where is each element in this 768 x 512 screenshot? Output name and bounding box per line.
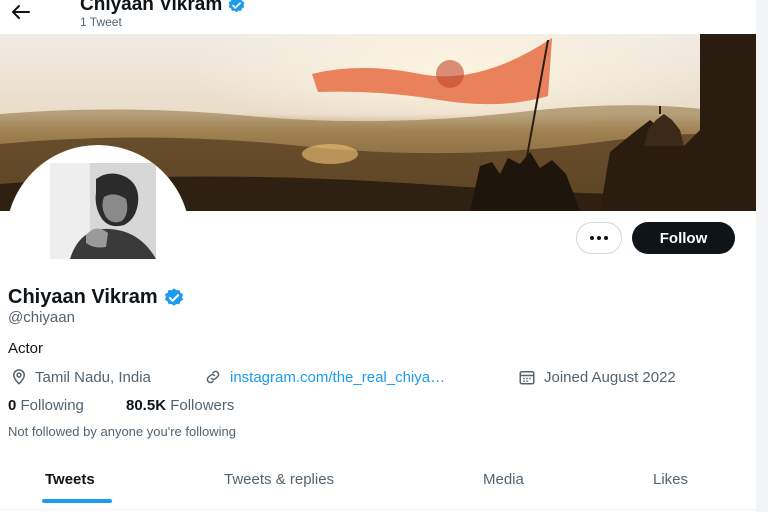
- verified-badge-icon: [228, 0, 245, 12]
- calendar-icon: [519, 371, 535, 385]
- tabs-divider: [0, 509, 756, 510]
- not-followed-notice: Not followed by anyone you're following: [8, 424, 236, 439]
- following-count: 0: [8, 397, 17, 414]
- location-text: Tamil Nadu, India: [35, 368, 151, 386]
- profile-joined-date: Joined August 2022: [517, 368, 676, 386]
- following-link[interactable]: 0 Following: [8, 397, 84, 414]
- website-link[interactable]: instagram.com/the_real_chiya…: [230, 369, 445, 386]
- joined-text: Joined August 2022: [544, 368, 676, 386]
- followers-count: 80.5K: [126, 397, 167, 414]
- profile-name-text: Chiyaan Vikram: [8, 286, 158, 308]
- profile-handle: @chiyaan: [8, 309, 75, 326]
- followers-link[interactable]: 80.5K Followers: [126, 397, 234, 414]
- page-edge: [756, 0, 768, 512]
- profile-location: Tamil Nadu, India: [10, 368, 151, 386]
- follow-button[interactable]: Follow: [632, 222, 735, 254]
- profile-tabs: Tweets Tweets & replies Media Likes: [0, 459, 756, 512]
- more-dots-icon: [590, 236, 608, 240]
- tab-likes[interactable]: Likes: [653, 471, 688, 488]
- header-title: Chiyaan Vikram: [80, 0, 246, 16]
- link-icon: [206, 370, 220, 384]
- following-label: Following: [20, 397, 84, 414]
- profile-display-name: Chiyaan Vikram: [8, 286, 185, 309]
- tab-tweets-and-replies[interactable]: Tweets & replies: [224, 471, 334, 488]
- profile-website: instagram.com/the_real_chiya…: [203, 368, 445, 386]
- location-pin-icon: [12, 369, 26, 385]
- back-button[interactable]: [8, 1, 34, 23]
- tweet-count: 1 Tweet: [80, 15, 122, 29]
- header-title-text: Chiyaan Vikram: [80, 0, 223, 15]
- active-tab-indicator: [42, 499, 112, 503]
- more-options-button[interactable]: [576, 222, 622, 254]
- top-header: Chiyaan Vikram 1 Tweet: [0, 0, 768, 34]
- avatar[interactable]: [50, 163, 156, 259]
- verified-badge-icon: [164, 287, 183, 306]
- profile-bio: Actor: [8, 340, 44, 357]
- arrow-left-icon: [12, 5, 30, 19]
- tab-media[interactable]: Media: [483, 471, 524, 488]
- followers-label: Followers: [170, 397, 235, 414]
- tab-tweets[interactable]: Tweets: [45, 471, 95, 488]
